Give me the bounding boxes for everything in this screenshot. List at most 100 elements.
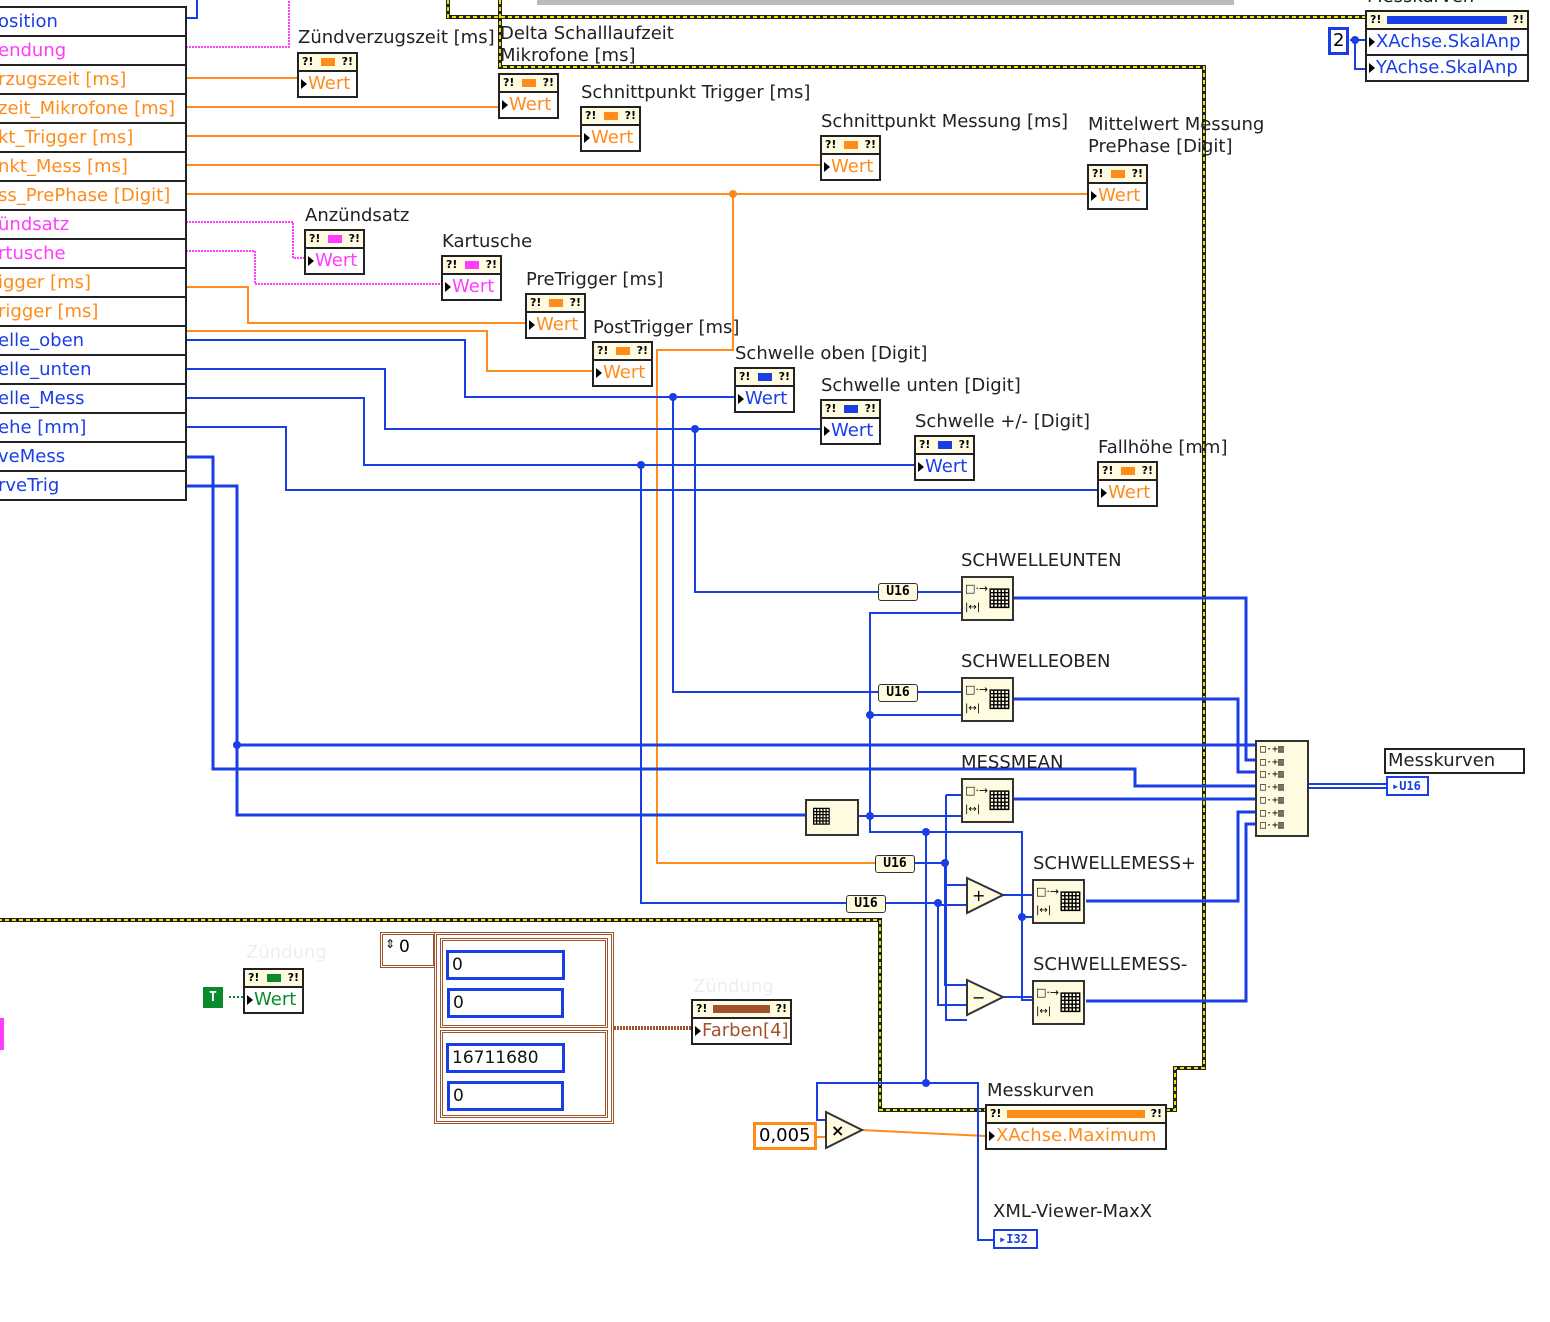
array-value-field[interactable]: 0 (447, 1081, 564, 1111)
cluster-element[interactable]: igger [ms] (0, 269, 185, 298)
property-item[interactable]: Wert (736, 387, 793, 411)
boolean-true-constant[interactable]: T (203, 987, 223, 1008)
xml-viewer-maxx-terminal[interactable]: ▸I32 (993, 1229, 1038, 1249)
property-node[interactable]: ?!?! Wert (297, 52, 358, 98)
bundle-cluster-node[interactable]: □·→ |↔| ▦ (961, 778, 1014, 823)
index-spinner-icon[interactable]: ⇕ (385, 937, 395, 951)
property-item[interactable]: Wert (443, 275, 500, 299)
property-item[interactable]: Wert (299, 72, 356, 96)
property-node-header: ?!?! (1099, 463, 1156, 481)
property-node-label: Schwelle unten [Digit] (821, 375, 1021, 396)
cluster-element[interactable]: elle_Mess (0, 385, 185, 414)
property-node[interactable]: ?!?! Wert (525, 293, 586, 339)
property-node[interactable]: ?!?! Wert (1097, 461, 1158, 507)
property-node[interactable]: ?!?! Farben[4] (691, 999, 792, 1045)
property-item[interactable]: Wert (594, 361, 651, 385)
property-node-header: ?!?! (306, 231, 363, 249)
property-node[interactable]: ?!?! Wert (820, 399, 881, 445)
property-item[interactable]: Wert (1099, 481, 1156, 505)
array-index-control[interactable]: ⇕ 0 (380, 932, 436, 968)
bundle-node-label: SCHWELLEMESS- (1033, 954, 1188, 975)
property-item[interactable]: XAchse.SkalAnp (1367, 30, 1527, 54)
cluster-element[interactable]: veMess (0, 443, 185, 472)
range-icon: |↔| (965, 703, 981, 714)
property-item[interactable]: Wert (582, 126, 639, 150)
input-arrow-icon (824, 426, 830, 436)
property-node[interactable]: ?!?! XAchse.SkalAnp YAchse.SkalAnp (1365, 10, 1529, 82)
cluster-element[interactable]: rveTrig (0, 472, 185, 499)
cluster-element[interactable]: endung (0, 37, 185, 66)
property-node[interactable]: ?!?! Wert (734, 367, 795, 413)
error-out-icon: ?! (636, 344, 648, 357)
cluster-element[interactable]: ündsatz (0, 211, 185, 240)
skalanp-constant[interactable]: 2 (1328, 27, 1350, 55)
property-item[interactable]: YAchse.SkalAnp (1367, 54, 1527, 80)
cluster-element[interactable]: nkt_Mess [ms] (0, 153, 185, 182)
input-arrow-icon (738, 394, 744, 404)
add-node[interactable]: + (966, 876, 1006, 915)
multiply-node[interactable]: × (825, 1110, 865, 1150)
to-u16-conversion[interactable]: U16 (878, 583, 918, 601)
property-node[interactable]: ?!?! Wert (914, 435, 975, 481)
range-icon: |↔| (965, 804, 981, 815)
cluster-element[interactable]: kt_Trigger [ms] (0, 124, 185, 153)
subtract-node[interactable]: − (966, 978, 1006, 1017)
property-node-header: ?!?! (693, 1001, 790, 1019)
property-item[interactable]: Wert (822, 419, 879, 443)
bundle-cluster-node[interactable]: □·→ |↔| ▦ (961, 576, 1014, 621)
cluster-element[interactable]: elle_oben (0, 327, 185, 356)
error-in-icon: ?! (1102, 464, 1114, 477)
error-in-icon: ?! (597, 344, 609, 357)
property-item[interactable]: Wert (822, 155, 879, 179)
array-value-field[interactable]: 0 (446, 950, 565, 980)
property-node[interactable]: ?!?! Wert (441, 255, 502, 301)
property-item[interactable]: Wert (245, 988, 302, 1012)
property-item[interactable]: Wert (527, 313, 584, 337)
property-node[interactable]: ?!?! Wert (1087, 164, 1148, 210)
cluster-element[interactable]: rzugszeit [ms] (0, 66, 185, 95)
to-u16-conversion[interactable]: U16 (846, 895, 886, 913)
property-name: Wert (254, 989, 297, 1010)
cluster-element[interactable]: rigger [ms] (0, 298, 185, 327)
property-item[interactable]: Wert (500, 93, 557, 117)
array-subset-node[interactable]: ▦ (805, 799, 859, 836)
property-item[interactable]: XAchse.Maximum (987, 1124, 1165, 1148)
type-color-bar (327, 235, 342, 243)
cluster-element[interactable]: elle_unten (0, 356, 185, 385)
cluster-element[interactable]: zeit_Mikrofone [ms] (0, 95, 185, 124)
bundle-cluster-node[interactable]: □·→ |↔| ▦ (1032, 980, 1085, 1025)
property-node-header: ?!?! (736, 369, 793, 387)
color-array-constant[interactable]: 0 0 16711680 0 (434, 932, 614, 1124)
array-index-value[interactable]: 0 (399, 937, 410, 957)
property-node[interactable]: ?!?! Wert (304, 229, 365, 275)
cluster-element[interactable]: osition (0, 8, 185, 37)
property-node[interactable]: ?!?! Wert (820, 135, 881, 181)
property-node[interactable]: ?!?! XAchse.Maximum (985, 1104, 1167, 1150)
property-node[interactable]: ?!?! Wert (580, 106, 641, 152)
property-node[interactable]: ?!?! Wert (592, 341, 653, 387)
property-node-header: ?!?! (582, 108, 639, 126)
cluster-element[interactable]: rtusche (0, 240, 185, 269)
bundle-cluster-node[interactable]: □·→ |↔| ▦ (1032, 879, 1085, 924)
property-node[interactable]: ?!?! Wert (498, 73, 559, 119)
cluster-element[interactable]: ss_PrePhase [Digit] (0, 182, 185, 211)
property-item[interactable]: Wert (306, 249, 363, 273)
structure-frame[interactable] (0, 0, 1365, 1112)
property-item[interactable]: Wert (916, 455, 973, 479)
property-item[interactable]: Wert (1089, 184, 1146, 208)
error-out-icon: ?! (775, 1002, 787, 1015)
cluster-element[interactable]: ehe [mm] (0, 414, 185, 443)
multiplier-constant[interactable]: 0,005 (753, 1122, 817, 1150)
build-array-node[interactable]: □·+▥ □·+▥ □·+▥ □·+▥ □·+▥ □·+▥ □·+▥ (1255, 740, 1309, 837)
bundle-by-name-cluster[interactable]: osition endung rzugszeit [ms] zeit_Mikrofon… (0, 6, 187, 501)
bundle-cluster-node[interactable]: □·→ |↔| ▦ (961, 677, 1014, 722)
to-u16-conversion[interactable]: U16 (875, 855, 915, 873)
input-arrow-icon (695, 1026, 701, 1036)
array-value-field[interactable]: 16711680 (446, 1043, 565, 1073)
messkurven-terminal[interactable]: ▸U16 (1386, 776, 1429, 796)
array-value-field[interactable]: 0 (447, 988, 564, 1018)
property-item[interactable]: Farben[4] (693, 1019, 790, 1043)
input-arrow-icon (529, 320, 535, 330)
property-node[interactable]: ?!?! Wert (243, 968, 304, 1014)
to-u16-conversion[interactable]: U16 (878, 684, 918, 702)
